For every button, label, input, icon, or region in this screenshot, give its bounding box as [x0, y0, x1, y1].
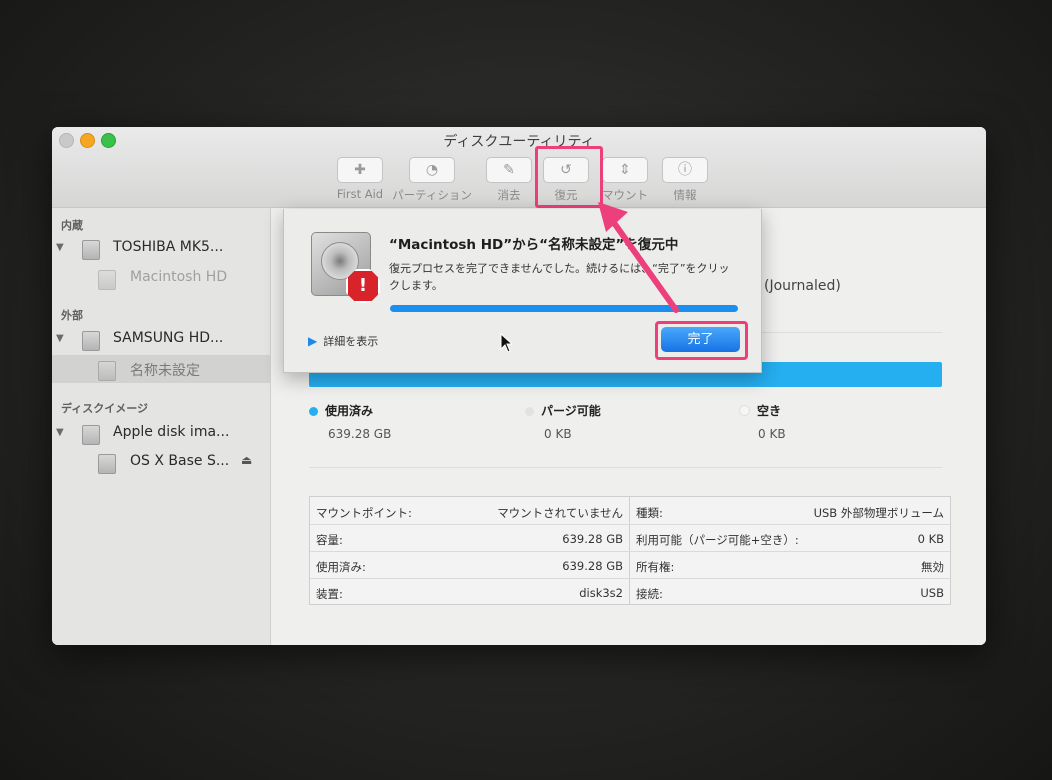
annotation-arrow	[598, 202, 679, 313]
mouse-cursor-icon	[500, 333, 514, 353]
arrow-head	[598, 202, 628, 232]
arrow-shaft	[609, 217, 679, 313]
cursor-shape	[500, 333, 514, 353]
